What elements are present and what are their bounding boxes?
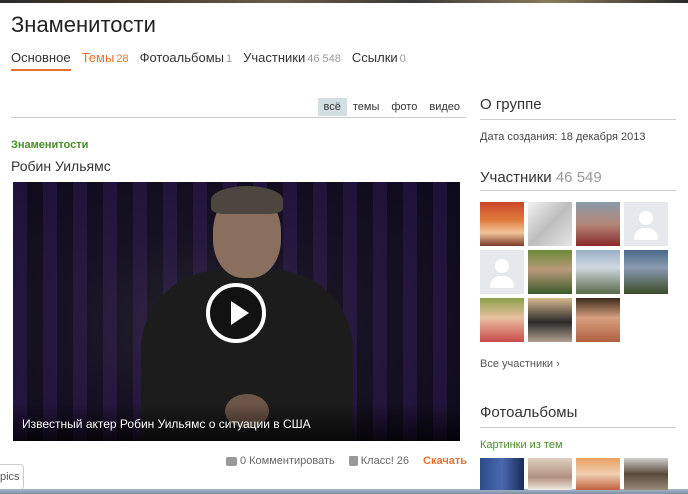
tab-label: Участники [243, 50, 306, 65]
avatar[interactable] [624, 250, 668, 294]
tab-members[interactable]: Участники 46 548 [243, 50, 341, 71]
comment-label: 0 Комментировать [239, 455, 335, 467]
video-player[interactable]: Известный актер Робин Уильямс о ситуации… [13, 182, 460, 441]
page-title: Знаменитости [11, 12, 156, 37]
tab-photo-albums[interactable]: Фотоальбомы 1 [140, 50, 233, 71]
post-group-link[interactable]: Знаменитости [11, 139, 88, 151]
member-avatars-grid [480, 202, 676, 342]
avatar[interactable] [576, 298, 620, 342]
tab-main[interactable]: Основное [11, 50, 71, 71]
like-label: Класс! 26 [360, 455, 410, 467]
filter-video[interactable]: видео [423, 98, 466, 116]
tab-links[interactable]: Ссылки 0 [352, 50, 406, 71]
divider [480, 190, 676, 191]
members-label: Участники [480, 169, 552, 186]
video-caption: Известный актер Робин Уильямс о ситуации… [22, 417, 311, 431]
album-thumbnail[interactable] [624, 458, 668, 490]
top-banner-strip [0, 0, 688, 3]
album-thumbnails [480, 458, 668, 490]
feed-filter-bar: всё темы фото видео [11, 98, 466, 118]
video-person-hair [211, 186, 283, 214]
tab-topics[interactable]: Темы 28 [82, 50, 129, 71]
divider [480, 119, 676, 120]
avatar[interactable] [528, 202, 572, 246]
divider [480, 427, 676, 428]
avatar-placeholder[interactable] [480, 250, 524, 294]
comment-icon [225, 456, 237, 466]
tab-label: Основное [11, 50, 71, 65]
album-thumbnail[interactable] [576, 458, 620, 490]
avatar-placeholder[interactable] [624, 202, 668, 246]
filter-all[interactable]: всё [317, 98, 347, 116]
post-title: Робин Уильямс [11, 158, 111, 174]
like-button[interactable]: Класс! 26 [348, 455, 410, 467]
creation-date: Дата создания: 18 декабря 2013 [480, 131, 646, 143]
tab-count: 0 [399, 53, 406, 65]
post-actions: 0 Комментировать Класс! 26 Скачать [220, 455, 467, 467]
filter-photo[interactable]: фото [385, 98, 423, 116]
album-thumbnail[interactable] [480, 458, 524, 490]
album-thumbnail[interactable] [528, 458, 572, 490]
tab-count: 46 548 [307, 53, 341, 65]
tab-label: Ссылки [351, 50, 398, 65]
side-tab[interactable]: pics [0, 464, 24, 490]
about-group-title: О группе [480, 96, 542, 113]
like-icon [348, 456, 358, 466]
comment-button[interactable]: 0 Комментировать [225, 455, 335, 467]
tab-count: 28 [116, 53, 129, 65]
album-link[interactable]: Картинки из тем [480, 439, 563, 451]
filter-topics[interactable]: темы [347, 98, 386, 116]
avatar[interactable] [528, 298, 572, 342]
play-button-icon[interactable] [206, 283, 266, 343]
avatar[interactable] [576, 202, 620, 246]
all-members-link[interactable]: Все участники › [480, 358, 560, 370]
members-title: Участники 46 549 [480, 169, 602, 186]
avatar[interactable] [480, 298, 524, 342]
members-count: 46 549 [555, 169, 602, 186]
side-tab-label: pics [0, 471, 20, 483]
avatar[interactable] [480, 202, 524, 246]
avatar[interactable] [576, 250, 620, 294]
tab-label: Темы [81, 50, 115, 65]
tab-label: Фотоальбомы [139, 50, 224, 65]
video-caption-overlay: Известный актер Робин Уильямс о ситуации… [13, 403, 460, 441]
group-tabs: Основное Темы 28 Фотоальбомы 1 Участники 46… [11, 50, 417, 71]
avatar[interactable] [528, 250, 572, 294]
photo-albums-title: Фотоальбомы [480, 404, 578, 421]
tab-count: 1 [225, 53, 233, 65]
download-button[interactable]: Скачать [423, 455, 467, 467]
